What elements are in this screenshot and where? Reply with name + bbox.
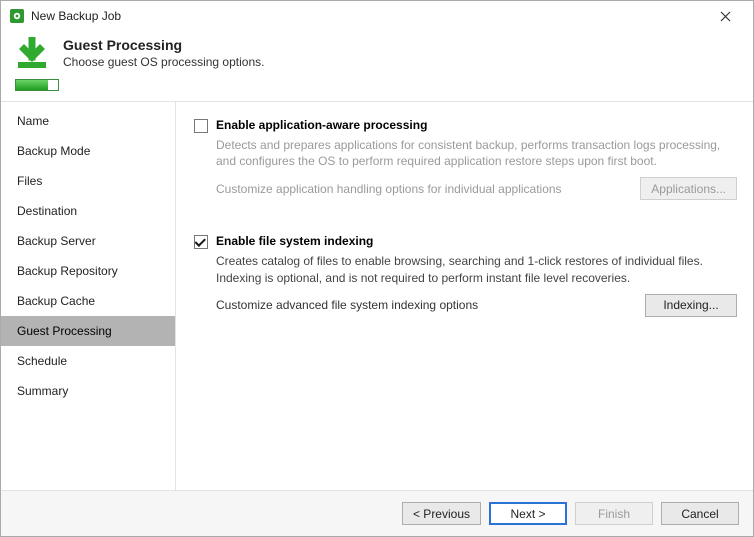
finish-button: Finish <box>575 502 653 525</box>
sidebar-item-guest-processing[interactable]: Guest Processing <box>1 316 175 346</box>
window-title: New Backup Job <box>31 9 705 23</box>
sidebar-item-label: Schedule <box>17 354 67 368</box>
sidebar-item-label: Backup Server <box>17 234 96 248</box>
previous-button[interactable]: < Previous <box>402 502 481 525</box>
sidebar-item-label: Backup Repository <box>17 264 118 278</box>
section-app-aware: Enable application-aware processing Dete… <box>192 118 737 200</box>
checkbox-indexing[interactable] <box>194 235 208 249</box>
checkbox-label-indexing: Enable file system indexing <box>216 234 373 248</box>
page-title: Guest Processing <box>63 37 264 53</box>
wizard-body: Name Backup Mode Files Destination Backu… <box>1 101 753 490</box>
close-button[interactable] <box>705 2 745 30</box>
desc-indexing: Creates catalog of files to enable brows… <box>216 253 737 285</box>
sidebar-item-label: Summary <box>17 384 68 398</box>
titlebar: New Backup Job <box>1 1 753 31</box>
indexing-button[interactable]: Indexing... <box>645 294 737 317</box>
wizard-progress <box>15 79 59 91</box>
wizard-footer: < Previous Next > Finish Cancel <box>1 490 753 536</box>
page-subtitle: Choose guest OS processing options. <box>63 55 264 69</box>
sidebar-item-backup-cache[interactable]: Backup Cache <box>1 286 175 316</box>
cancel-button[interactable]: Cancel <box>661 502 739 525</box>
sidebar-item-summary[interactable]: Summary <box>1 376 175 406</box>
sidebar-item-files[interactable]: Files <box>1 166 175 196</box>
sidebar-item-name[interactable]: Name <box>1 106 175 136</box>
applications-button: Applications... <box>640 177 737 200</box>
sidebar-item-label: Destination <box>17 204 77 218</box>
sidebar-item-label: Backup Cache <box>17 294 95 308</box>
sidebar-item-label: Guest Processing <box>17 324 112 338</box>
desc-app-aware: Detects and prepares applications for co… <box>216 137 737 169</box>
sidebar-item-destination[interactable]: Destination <box>1 196 175 226</box>
checkbox-label-app-aware: Enable application-aware processing <box>216 118 427 132</box>
sidebar-item-backup-server[interactable]: Backup Server <box>1 226 175 256</box>
section-indexing: Enable file system indexing Creates cata… <box>192 234 737 316</box>
sidebar-item-backup-mode[interactable]: Backup Mode <box>1 136 175 166</box>
next-button[interactable]: Next > <box>489 502 567 525</box>
wizard-header: Guest Processing Choose guest OS process… <box>1 31 753 101</box>
wizard-window: New Backup Job Guest Processing Choose g… <box>0 0 754 537</box>
download-arrow-icon <box>15 37 49 71</box>
sidebar-item-schedule[interactable]: Schedule <box>1 346 175 376</box>
sidebar-item-label: Name <box>17 114 49 128</box>
row-label-applications: Customize application handling options f… <box>216 182 640 196</box>
checkbox-app-aware[interactable] <box>194 119 208 133</box>
content-pane: Enable application-aware processing Dete… <box>176 102 753 490</box>
sidebar-item-label: Files <box>17 174 42 188</box>
sidebar: Name Backup Mode Files Destination Backu… <box>1 102 176 490</box>
sidebar-item-label: Backup Mode <box>17 144 90 158</box>
app-icon <box>9 8 25 24</box>
row-label-indexing: Customize advanced file system indexing … <box>216 298 645 312</box>
sidebar-item-backup-repository[interactable]: Backup Repository <box>1 256 175 286</box>
